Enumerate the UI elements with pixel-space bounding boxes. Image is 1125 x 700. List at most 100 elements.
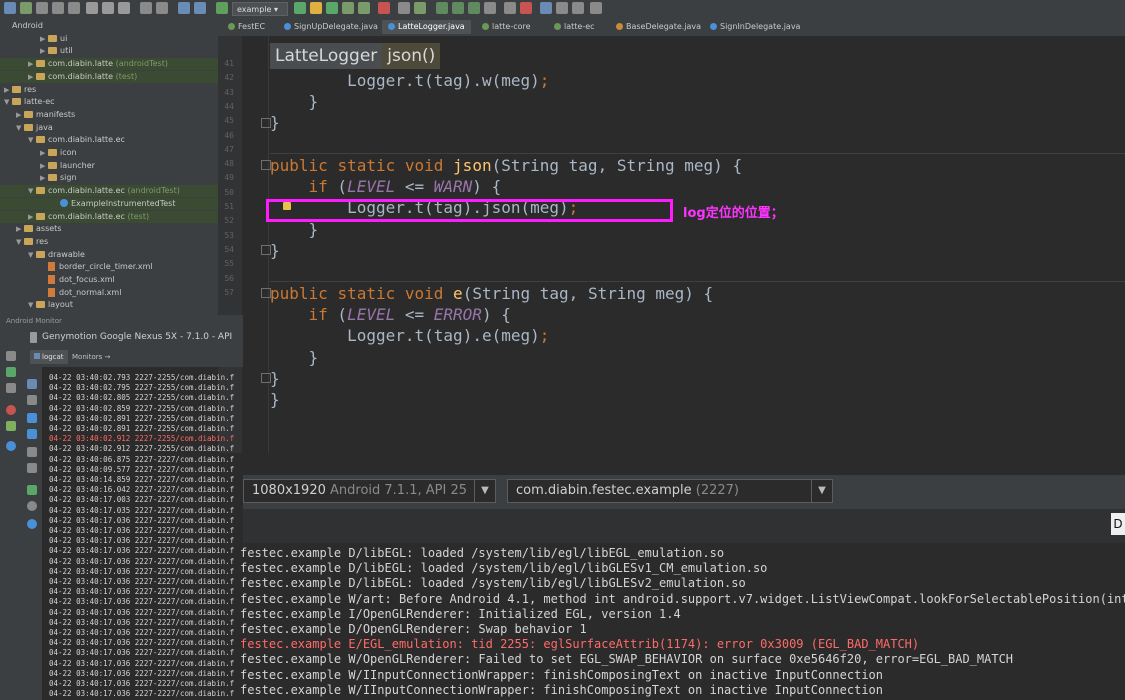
sync-icon[interactable] (20, 2, 32, 14)
log-line[interactable]: 04-22 03:40:17.036 2227-2227/com.diabin.… (49, 526, 234, 536)
help-icon[interactable] (6, 441, 16, 451)
chevron-down-icon[interactable]: ▼ (811, 480, 832, 502)
log-line[interactable]: 04-22 03:40:09.577 2227-2227/com.diabin.… (49, 465, 234, 475)
log-line[interactable]: festec.example W/IInputConnectionWrapper… (240, 668, 883, 683)
layout-inspector-icon[interactable] (468, 2, 480, 14)
logcat-output[interactable]: festec.example D/libEGL: loaded /system/… (240, 545, 1125, 700)
log-line[interactable]: festec.example D/libEGL: loaded /system/… (240, 576, 746, 591)
stop-icon[interactable] (6, 405, 16, 415)
download-icon[interactable] (572, 2, 584, 14)
log-line[interactable]: 04-22 03:40:17.036 2227-2227/com.diabin.… (49, 618, 234, 628)
tree-item[interactable]: ▶ assets (0, 223, 218, 235)
refresh-icon[interactable] (36, 2, 48, 14)
copy-icon[interactable] (102, 2, 114, 14)
undo-icon[interactable] (52, 2, 64, 14)
code-line[interactable]: Logger.t(tag).e(meg); (270, 325, 549, 347)
device-monitor-icon[interactable] (452, 2, 464, 14)
tree-item[interactable]: ▼ com.diabin.latte.ec (0, 134, 218, 146)
tree-item[interactable]: ▶ res (0, 84, 218, 96)
project-structure-icon[interactable] (484, 2, 496, 14)
build-icon[interactable] (216, 2, 228, 14)
help-icon[interactable] (27, 519, 37, 529)
log-line[interactable]: 04-22 03:40:02.891 2227-2255/com.diabin.… (49, 414, 234, 424)
log-level-button[interactable]: D (1111, 513, 1125, 535)
tree-item[interactable]: ▶ icon (0, 147, 218, 159)
log-line[interactable]: 04-22 03:40:17.036 2227-2227/com.diabin.… (49, 587, 234, 597)
tree-item[interactable]: ▼ latte-ec (0, 96, 218, 108)
tree-item[interactable]: ▶ ui (0, 33, 218, 45)
collapsed-arrow-icon[interactable]: ▶ (28, 211, 36, 223)
log-line[interactable]: 04-22 03:40:02.891 2227-2255/com.diabin.… (49, 424, 234, 434)
log-line[interactable]: 04-22 03:40:17.036 2227-2227/com.diabin.… (49, 648, 234, 658)
expanded-arrow-icon[interactable]: ▼ (28, 185, 36, 197)
collapsed-arrow-icon[interactable]: ▶ (40, 147, 48, 159)
code-line[interactable]: Logger.t(tag).w(meg); (270, 70, 549, 92)
expanded-arrow-icon[interactable]: ▼ (16, 236, 24, 248)
code-line[interactable]: } (270, 240, 280, 262)
log-line[interactable]: 04-22 03:40:17.036 2227-2227/com.diabin.… (49, 516, 234, 526)
genymotion-icon[interactable] (520, 2, 532, 14)
tree-item[interactable]: Android (0, 20, 218, 32)
collapsed-arrow-icon[interactable]: ▶ (40, 33, 48, 45)
expanded-arrow-icon[interactable]: ▼ (28, 299, 36, 311)
log-line[interactable]: 04-22 03:40:06.875 2227-2227/com.diabin.… (49, 455, 234, 465)
collapsed-arrow-icon[interactable]: ▶ (28, 71, 36, 83)
tree-item[interactable]: dot_normal.xml (0, 287, 218, 299)
code-line[interactable]: if (LEVEL <= WARN) { (270, 176, 502, 198)
code-line[interactable]: } (270, 368, 280, 390)
log-line[interactable]: 04-22 03:40:17.036 2227-2227/com.diabin.… (49, 628, 234, 638)
collapsed-arrow-icon[interactable]: ▶ (28, 58, 36, 70)
editor-tab[interactable]: BaseDelegate.java (610, 20, 707, 34)
collapsed-arrow-icon[interactable]: ▶ (16, 223, 24, 235)
log-line[interactable]: festec.example D/OpenGLRenderer: Swap be… (240, 622, 587, 637)
tree-item[interactable]: ▼ com.diabin.latte.ec (androidTest) (0, 185, 218, 198)
collapsed-arrow-icon[interactable]: ▶ (16, 109, 24, 121)
settings-icon[interactable] (27, 501, 37, 511)
editor-tab[interactable]: latte-core (476, 20, 537, 34)
run-icon[interactable] (294, 2, 306, 14)
search-everywhere-icon[interactable] (504, 2, 516, 14)
chevron-down-icon[interactable]: ▼ (474, 480, 495, 502)
expanded-arrow-icon[interactable]: ▼ (16, 122, 24, 134)
run-icon[interactable] (6, 367, 16, 377)
monitor-log-list[interactable]: 04-22 03:40:02.793 2227-2255/com.diabin.… (42, 373, 243, 700)
filter-icon[interactable] (27, 395, 37, 405)
tree-item[interactable]: ▼ layout (0, 299, 218, 311)
log-line[interactable]: 04-22 03:40:17.035 2227-2227/com.diabin.… (49, 506, 234, 516)
log-line[interactable]: 04-22 03:40:17.036 2227-2227/com.diabin.… (49, 689, 234, 699)
tree-item[interactable]: dot_focus.xml (0, 274, 218, 286)
log-line[interactable]: 04-22 03:40:17.036 2227-2227/com.diabin.… (49, 597, 234, 607)
attach-debugger-icon[interactable] (342, 2, 354, 14)
log-line[interactable]: festec.example W/IInputConnectionWrapper… (240, 683, 883, 698)
log-line[interactable]: 04-22 03:40:14.859 2227-2227/com.diabin.… (49, 475, 234, 485)
breadcrumb-class[interactable]: LatteLogger (270, 43, 383, 69)
print-icon[interactable] (27, 463, 37, 473)
tree-item[interactable]: ▶ manifests (0, 109, 218, 121)
tree-item[interactable]: ▼ res (0, 236, 218, 248)
tree-item[interactable]: ▶ com.diabin.latte (androidTest) (0, 58, 218, 71)
editor-tab[interactable]: SignInDelegate.java (704, 20, 806, 34)
editor-tab[interactable]: FestEC (222, 20, 271, 34)
save-icon[interactable] (4, 2, 16, 14)
log-line[interactable]: 04-22 03:40:02.912 2227-2255/com.diabin.… (49, 444, 234, 454)
code-line[interactable]: } (270, 219, 319, 241)
help-icon[interactable] (540, 2, 552, 14)
log-line[interactable]: festec.example I/OpenGLRenderer: Initial… (240, 607, 681, 622)
code-line[interactable]: public static void json(String tag, Stri… (270, 155, 742, 177)
log-line[interactable]: 04-22 03:40:17.036 2227-2227/com.diabin.… (49, 546, 234, 556)
editor-tab[interactable]: latte-ec (548, 20, 601, 34)
log-line[interactable]: 04-22 03:40:17.036 2227-2227/com.diabin.… (49, 679, 234, 689)
log-line[interactable]: 04-22 03:40:02.859 2227-2255/com.diabin.… (49, 404, 234, 414)
collapsed-arrow-icon[interactable]: ▶ (4, 84, 12, 96)
process-select[interactable]: com.diabin.festec.example (2227) ▼ (507, 479, 833, 503)
avd-manager-icon[interactable] (414, 2, 426, 14)
expanded-arrow-icon[interactable]: ▼ (28, 134, 36, 146)
camera-icon[interactable] (6, 383, 16, 393)
log-line[interactable]: 04-22 03:40:17.036 2227-2227/com.diabin.… (49, 638, 234, 648)
android-icon[interactable] (6, 421, 16, 431)
tree-item[interactable]: ▼ drawable (0, 249, 218, 261)
log-line[interactable]: 04-22 03:40:16.042 2227-2227/com.diabin.… (49, 485, 234, 495)
code-line[interactable]: public static void e(String tag, String … (270, 283, 713, 305)
stop-icon[interactable] (378, 2, 390, 14)
log-line[interactable]: 04-22 03:40:17.003 2227-2227/com.diabin.… (49, 495, 234, 505)
